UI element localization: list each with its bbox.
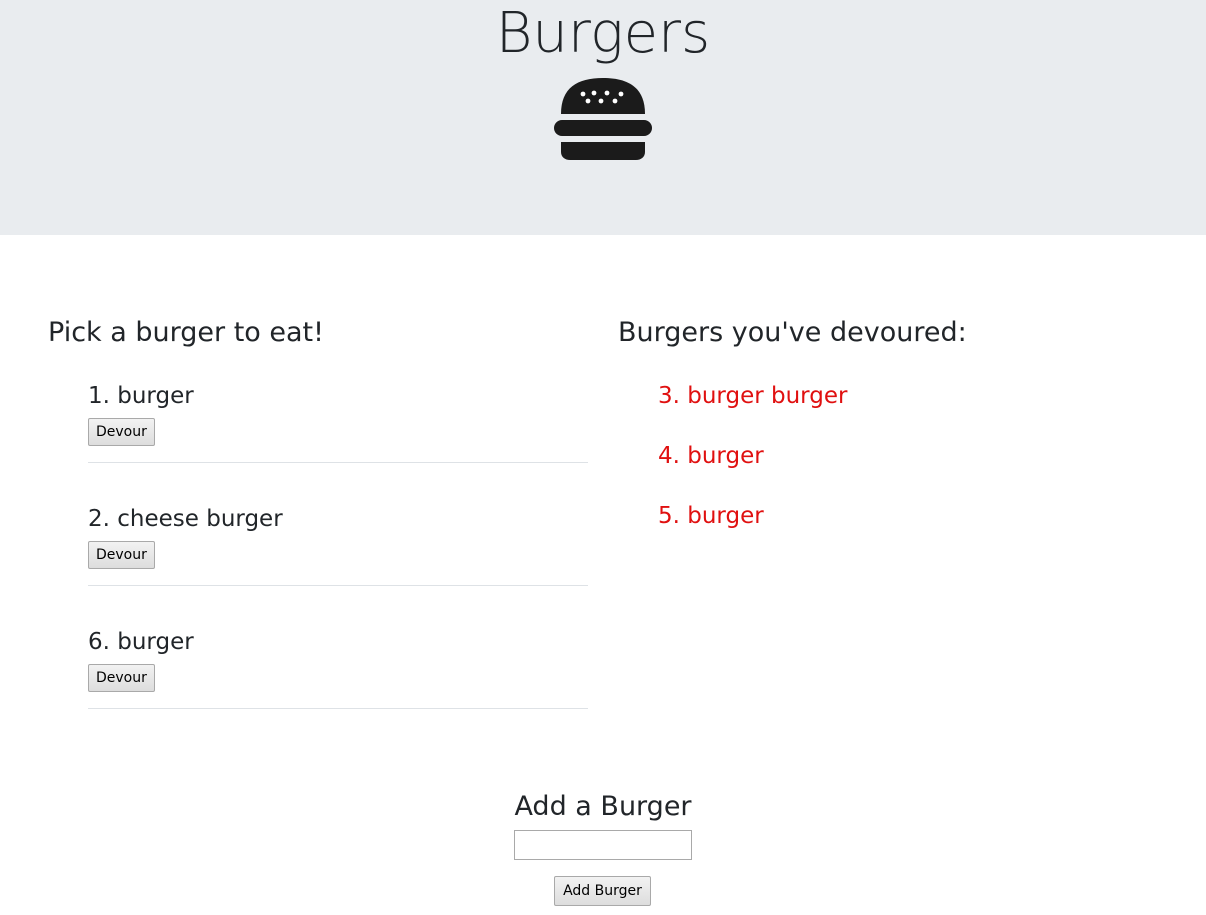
- add-burger-button[interactable]: Add Burger: [554, 876, 651, 906]
- uneaten-list: 1. burger Devour 2. cheese burger Devour…: [88, 378, 588, 747]
- devoured-column: Burgers you've devoured: 3. burger burge…: [618, 312, 1158, 529]
- burger-name-input[interactable]: [514, 830, 692, 860]
- list-item: 1. burger Devour: [88, 378, 588, 501]
- burger-name: 6. burger: [88, 629, 194, 655]
- add-burger-heading: Add a Burger: [514, 791, 692, 822]
- devour-button[interactable]: Devour: [88, 418, 155, 446]
- divider: [88, 462, 588, 463]
- devoured-list: 3. burger burger 4. burger 5. burger: [658, 378, 1158, 558]
- divider: [88, 585, 588, 586]
- burger-name: 1. burger: [88, 383, 194, 409]
- devoured-item: 5. burger: [658, 503, 764, 529]
- list-item: 2. cheese burger Devour: [88, 501, 588, 624]
- page-title: Burgers: [495, 1, 711, 66]
- burger-icon: [554, 78, 652, 160]
- burger-name: 2. cheese burger: [88, 506, 283, 532]
- devoured-item: 3. burger burger: [658, 383, 848, 409]
- uneaten-column: Pick a burger to eat! 1. burger Devour 2…: [48, 312, 588, 709]
- devoured-heading: Burgers you've devoured:: [618, 317, 967, 348]
- devour-button[interactable]: Devour: [88, 664, 155, 692]
- header-jumbotron: Burgers: [0, 0, 1206, 235]
- divider: [88, 708, 588, 709]
- uneaten-heading: Pick a burger to eat!: [48, 317, 324, 348]
- list-item: 6. burger Devour: [88, 624, 588, 747]
- devour-button[interactable]: Devour: [88, 541, 155, 569]
- add-burger-form: Add a Burger Add Burger: [0, 788, 1206, 906]
- devoured-item: 4. burger: [658, 443, 764, 469]
